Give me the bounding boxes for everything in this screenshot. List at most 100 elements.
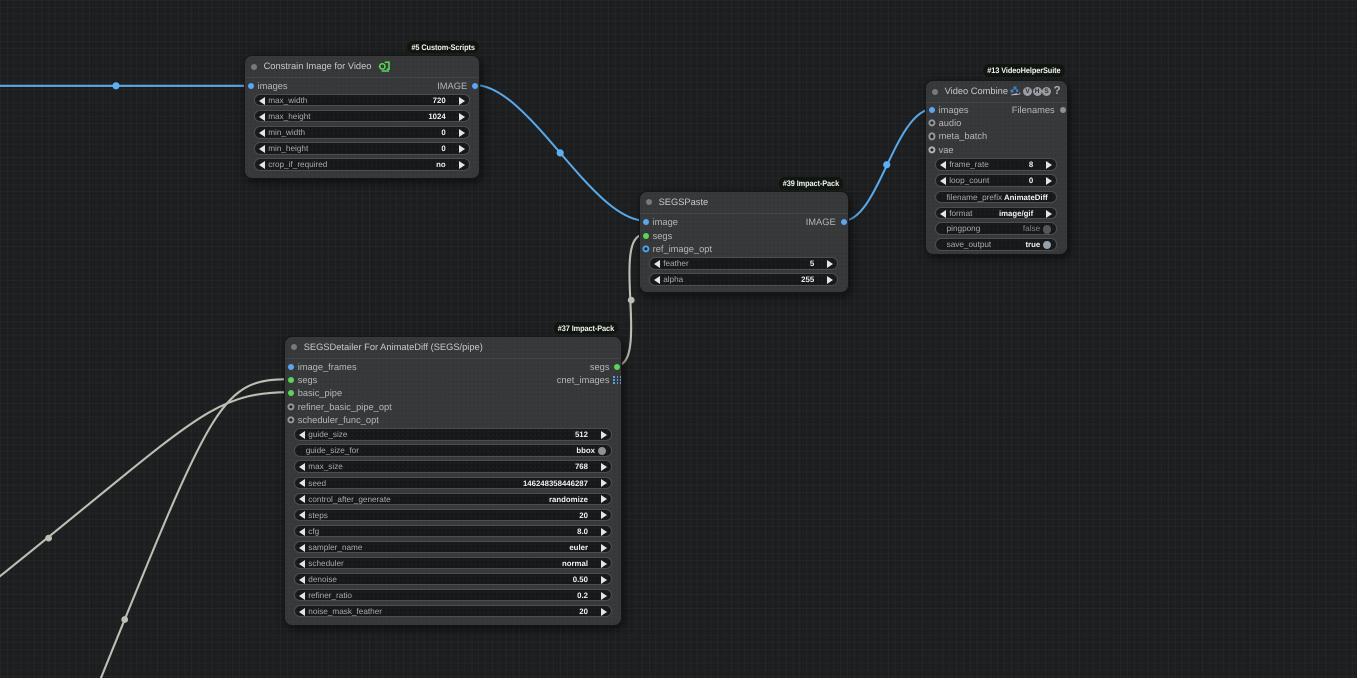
widget-frame_rate[interactable]: frame_rate 8 [934,158,1058,171]
increment-arrow-icon[interactable] [458,128,465,137]
increment-arrow-icon[interactable] [458,144,465,153]
node-title-bar[interactable]: Constrain Image for Video [244,56,480,79]
widget-steps[interactable]: steps 20 [293,508,612,522]
decrement-arrow-icon[interactable] [939,160,946,169]
optional-image-slot-dot[interactable] [642,245,650,253]
decrement-arrow-icon[interactable] [653,260,660,269]
widget-max_height[interactable]: max_height 1024 [253,109,470,123]
widget-crop_if_required[interactable]: crop_if_required no [253,158,470,171]
decrement-arrow-icon[interactable] [653,276,660,285]
increment-arrow-icon[interactable] [458,112,465,121]
node-title-bar[interactable]: Video Combine? V H S [925,81,1067,104]
increment-arrow-icon[interactable] [600,527,607,536]
widget-guide_size_for[interactable]: guide_size_for bbox [293,444,612,457]
node-segspaste[interactable]: SEGSPaste image segs ref_image_opt IMAGE feat… [638,190,849,293]
widget-save_output[interactable]: save_output true [934,238,1058,251]
image-slot-dot[interactable] [287,364,294,371]
collapse-dot-icon[interactable] [931,88,938,95]
widget-min_width[interactable]: min_width 0 [253,126,470,139]
widget-format[interactable]: format image/gif [934,206,1058,220]
decrement-arrow-icon[interactable] [258,144,265,153]
node-title-bar[interactable]: SEGSPaste [639,192,848,214]
widget-refiner_ratio[interactable]: refiner_ratio 0.2 [293,588,612,602]
increment-arrow-icon[interactable] [600,479,607,488]
decrement-arrow-icon[interactable] [939,177,946,186]
increment-arrow-icon[interactable] [458,96,465,105]
increment-arrow-icon[interactable] [600,591,607,600]
increment-arrow-icon[interactable] [1046,160,1052,169]
decrement-arrow-icon[interactable] [258,112,265,121]
widget-max_size[interactable]: max_size 768 [293,460,612,473]
widget-sampler_name[interactable]: sampler_name euler [293,540,612,554]
decrement-arrow-icon[interactable] [298,463,305,472]
toggle-knob-icon[interactable] [1042,225,1052,234]
decrement-arrow-icon[interactable] [939,209,946,218]
optional-slot-dot[interactable] [287,416,295,424]
node-graph-canvas[interactable]: #5 Custom-Scripts Constrain Image for Vid… [0,0,1357,678]
optional-slot-dot[interactable] [928,119,936,127]
decrement-arrow-icon[interactable] [298,527,305,536]
node-segsdetailer-for-animatediff-segs-pipe[interactable]: SEGSDetailer For AnimateDiff (SEGS/pipe)… [283,335,623,626]
optional-slot-dot[interactable] [928,146,936,154]
decrement-arrow-icon[interactable] [298,591,305,600]
widget-seed[interactable]: seed 146248358446287 [293,476,612,489]
widget-scheduler[interactable]: scheduler normal [293,556,612,570]
grid-slot-icon[interactable] [613,376,622,385]
segs-slot-dot[interactable] [287,377,294,384]
increment-arrow-icon[interactable] [1046,177,1052,186]
decrement-arrow-icon[interactable] [258,161,265,170]
segs-slot-dot[interactable] [642,232,649,239]
increment-arrow-icon[interactable] [1046,209,1052,218]
collapse-dot-icon[interactable] [250,63,257,70]
node-constrain-image-for-video[interactable]: Constrain Image for Video images IMAGE max_… [243,55,481,179]
widget-noise_mask_feather[interactable]: noise_mask_feather 20 [293,604,612,618]
image-slot-dot[interactable] [642,218,649,225]
optional-slot-dot[interactable] [928,132,936,140]
widget-denoise[interactable]: denoise 0.50 [293,572,612,586]
decrement-arrow-icon[interactable] [258,128,265,137]
decrement-arrow-icon[interactable] [298,511,305,520]
node-video-combine[interactable]: Video Combine? V H Simages audio meta_batch va… [924,80,1068,255]
increment-arrow-icon[interactable] [600,511,607,520]
increment-arrow-icon[interactable] [827,276,833,285]
image-slot-dot[interactable] [247,82,254,89]
image-slot-dot[interactable] [840,218,847,225]
decrement-arrow-icon[interactable] [298,495,305,504]
widget-feather[interactable]: feather 5 [648,257,839,270]
widget-guide_size[interactable]: guide_size 512 [293,428,612,441]
decrement-arrow-icon[interactable] [298,431,305,440]
increment-arrow-icon[interactable] [600,495,607,504]
decrement-arrow-icon[interactable] [298,607,305,616]
decrement-arrow-icon[interactable] [298,575,305,584]
node-title-bar[interactable]: SEGSDetailer For AnimateDiff (SEGS/pipe) [284,337,622,359]
grey-slot-dot[interactable] [1059,106,1066,113]
widget-loop_count[interactable]: loop_count 0 [934,174,1058,187]
decrement-arrow-icon[interactable] [258,96,265,105]
widget-min_height[interactable]: min_height 0 [253,142,470,155]
image-slot-dot[interactable] [928,106,935,113]
decrement-arrow-icon[interactable] [298,559,305,568]
widget-pingpong[interactable]: pingpong false [934,222,1058,235]
increment-arrow-icon[interactable] [600,607,607,616]
widget-max_width[interactable]: max_width 720 [253,93,470,107]
toggle-knob-icon[interactable] [1042,241,1052,250]
increment-arrow-icon[interactable] [600,463,607,472]
collapse-dot-icon[interactable] [645,199,652,206]
increment-arrow-icon[interactable] [600,543,607,552]
image-slot-dot[interactable] [472,82,479,89]
increment-arrow-icon[interactable] [600,559,607,568]
collapse-dot-icon[interactable] [290,344,297,351]
decrement-arrow-icon[interactable] [298,543,305,552]
increment-arrow-icon[interactable] [600,431,607,440]
decrement-arrow-icon[interactable] [298,479,305,488]
segs-slot-dot[interactable] [287,390,294,397]
segs-slot-dot[interactable] [614,363,621,370]
toggle-knob-icon[interactable] [597,447,606,456]
optional-slot-dot[interactable] [287,403,295,411]
widget-alpha[interactable]: alpha 255 [648,273,839,286]
increment-arrow-icon[interactable] [600,575,607,584]
increment-arrow-icon[interactable] [458,161,465,170]
widget-control_after_generate[interactable]: control_after_generate randomize [293,492,612,506]
widget-filename_prefix[interactable]: filename_prefix AnimateDiff [934,190,1058,204]
widget-cfg[interactable]: cfg 8.0 [293,524,612,538]
